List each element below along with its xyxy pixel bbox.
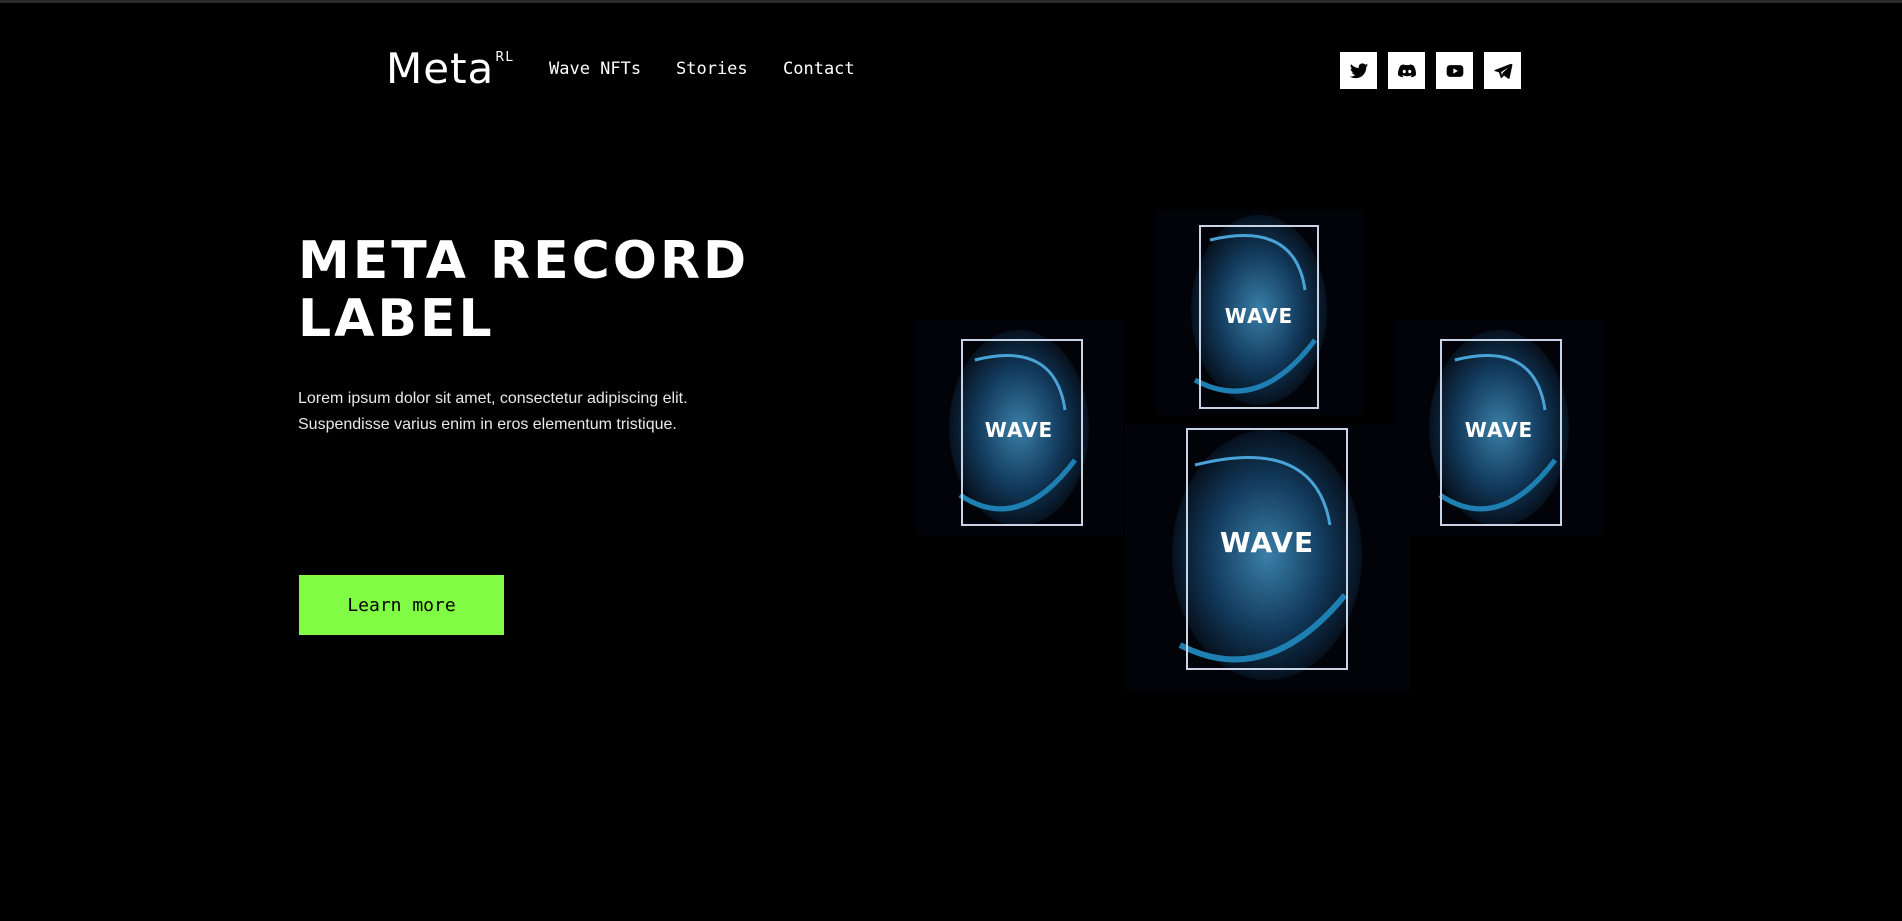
page: MetaRL Wave NFTs Stories Contact META RE… <box>0 0 1902 921</box>
nft-card-label: WAVE <box>1225 304 1293 328</box>
hero-title: META RECORD LABEL <box>298 231 750 349</box>
nft-card-left[interactable]: WAVE <box>915 320 1123 535</box>
nft-card-right[interactable]: WAVE <box>1395 320 1603 535</box>
telegram-button[interactable] <box>1484 52 1521 89</box>
youtube-button[interactable] <box>1436 52 1473 89</box>
youtube-icon <box>1446 64 1463 77</box>
learn-more-button[interactable]: Learn more <box>299 575 504 635</box>
nft-card-top[interactable]: WAVE <box>1155 210 1363 415</box>
top-border <box>0 0 1902 3</box>
discord-icon <box>1397 63 1416 77</box>
nav-item-stories[interactable]: Stories <box>676 58 748 80</box>
nft-card-label: WAVE <box>985 418 1053 442</box>
nft-artwork: WAVE <box>1395 320 1603 535</box>
twitter-button[interactable] <box>1340 52 1377 89</box>
discord-button[interactable] <box>1388 52 1425 89</box>
telegram-icon <box>1493 63 1512 79</box>
twitter-icon <box>1349 62 1368 78</box>
nft-artwork: WAVE <box>1125 425 1410 690</box>
nav-item-contact[interactable]: Contact <box>783 58 855 80</box>
nft-artwork: WAVE <box>1155 210 1363 415</box>
nft-card-label: WAVE <box>1465 418 1533 442</box>
nft-card-center[interactable]: WAVE <box>1125 425 1410 690</box>
hero-description: Lorem ipsum dolor sit amet, consectetur … <box>298 390 688 433</box>
brand-name: Meta <box>386 44 495 93</box>
nft-artwork: WAVE <box>915 320 1123 535</box>
brand-logo[interactable]: MetaRL <box>386 44 513 105</box>
nav-item-wave-nfts[interactable]: Wave NFTs <box>549 58 641 80</box>
brand-superscript: RL <box>495 50 514 65</box>
nft-card-label: WAVE <box>1220 526 1314 559</box>
